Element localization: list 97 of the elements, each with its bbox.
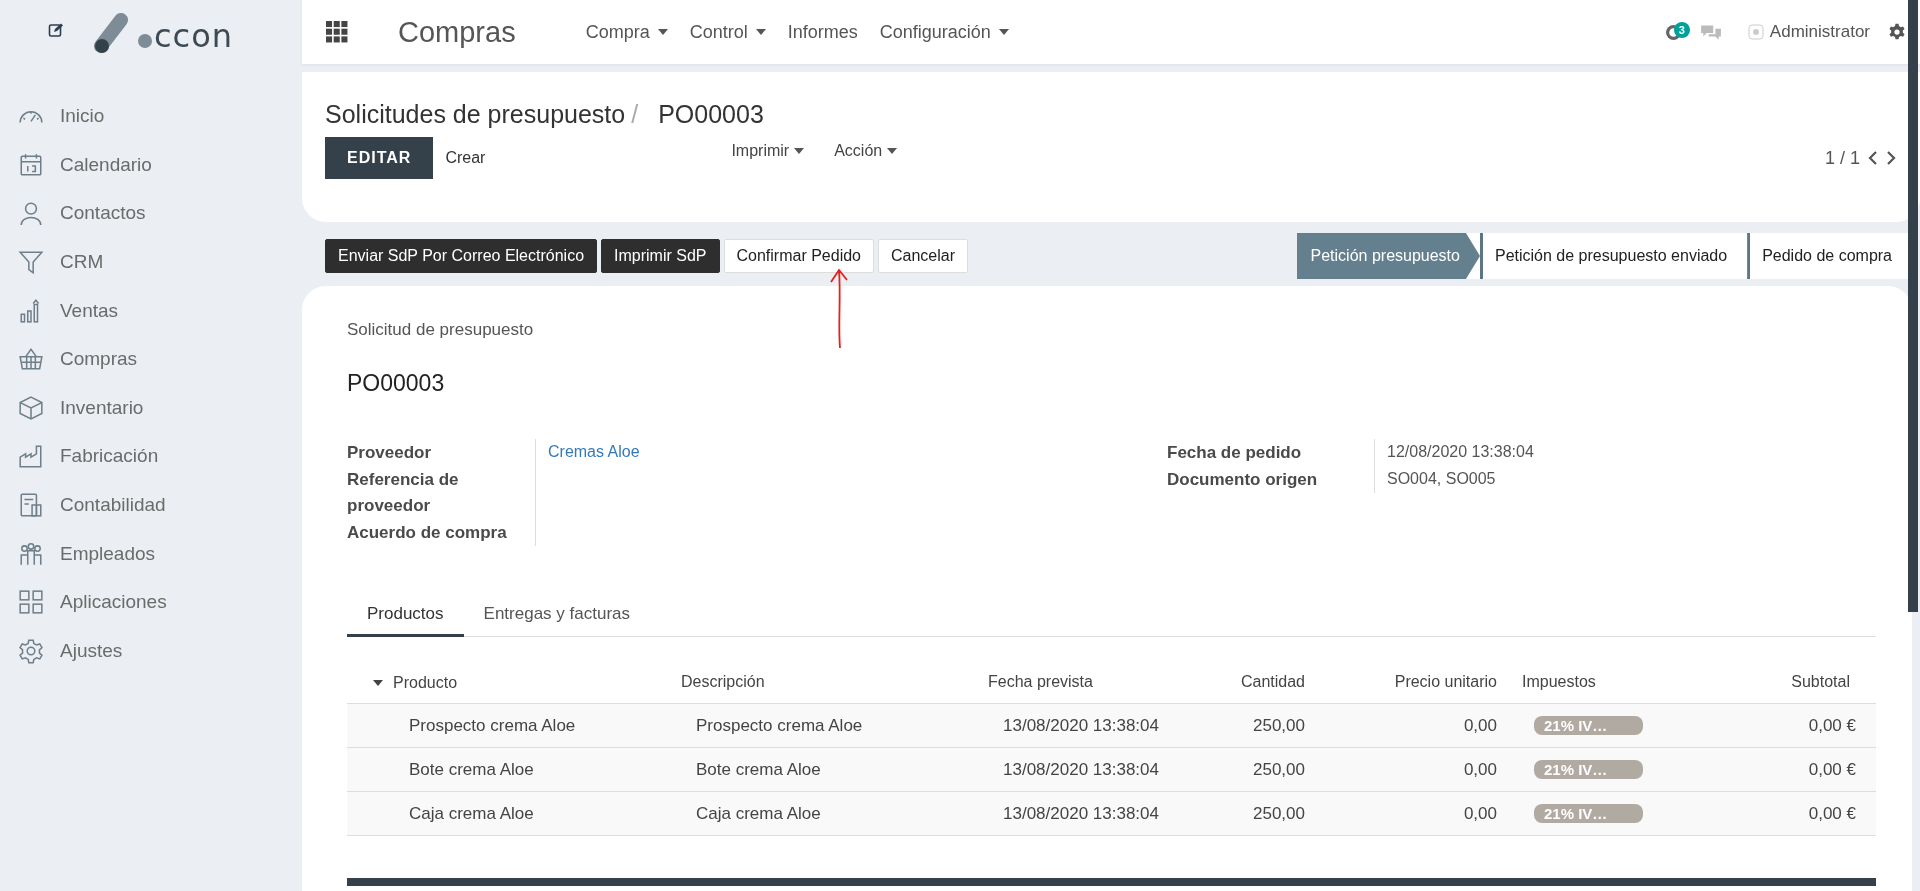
table-cell: 0,00 € (1808, 803, 1856, 823)
sidebar-item[interactable]: Fabricación (0, 432, 302, 481)
sidebar-item[interactable]: Compras (0, 334, 302, 384)
sidebar-item[interactable]: Contactos (0, 189, 302, 238)
dropdown-toggle[interactable]: Acción (834, 142, 898, 160)
grid-icon (18, 589, 44, 616)
sidebar-item[interactable]: Aplicaciones (0, 577, 302, 627)
sidebar-item[interactable]: Ventas (0, 286, 302, 335)
next-icon[interactable] (1886, 151, 1896, 165)
table-cell: 0,00 (1463, 715, 1497, 735)
table-cell: 250,00 (1253, 759, 1305, 779)
caret-icon (657, 29, 668, 35)
table-cell: 13/08/2020 13:38:04 (1003, 759, 1159, 779)
caret-icon (373, 680, 383, 686)
edit-icon[interactable] (48, 22, 64, 38)
sidebar-item[interactable]: Calendario (0, 140, 302, 190)
people-icon (18, 540, 44, 567)
column-header[interactable]: Impuestos (1522, 673, 1596, 691)
field-value: 12/08/2020 13:38:04 (1387, 443, 1534, 460)
factory-icon (18, 443, 44, 470)
field-link[interactable]: Cremas Aloe (548, 443, 640, 460)
user-menu[interactable]: Administrator (1747, 22, 1870, 42)
company-logo: ccon (94, 12, 234, 54)
column-header[interactable]: Fecha prevista (988, 673, 1093, 691)
user-name: Administrator (1769, 22, 1870, 42)
breadcrumb-link[interactable]: Solicitudes de presupuesto (325, 100, 626, 129)
caret-icon (887, 148, 898, 154)
menu-item[interactable]: Informes (787, 21, 858, 43)
sidebar-item[interactable]: Contabilidad (0, 480, 302, 530)
menu-item[interactable]: Configuración (879, 21, 1009, 43)
field-value: SO004, SO005 (1387, 470, 1496, 487)
avatar-icon (1747, 24, 1764, 40)
column-header[interactable]: Precio unitario (1394, 673, 1497, 691)
field-label: Documento origen (1167, 469, 1319, 491)
caret-icon (794, 148, 805, 154)
column-header[interactable]: Cantidad (1240, 673, 1305, 691)
menu-item[interactable]: Control (689, 21, 766, 43)
field-label: Fecha de pedido (1167, 442, 1303, 464)
table-cell: 0,00 (1463, 759, 1497, 779)
table-cell: Caja crema Aloe (409, 803, 534, 823)
pager-value: 1 / 1 (1824, 147, 1860, 169)
previous-icon[interactable] (1868, 151, 1878, 165)
table-cell: 0,00 € (1808, 759, 1856, 779)
calendar-icon (18, 151, 44, 178)
tab[interactable]: Entregas y facturas (463, 594, 650, 637)
invoice-icon (18, 492, 44, 519)
column-header[interactable]: Producto (373, 674, 458, 692)
field-label: Acuerdo de compra (347, 522, 508, 544)
action-button[interactable]: Enviar SdP Por Correo Electrónico (325, 239, 598, 273)
table-cell: Prospecto crema Aloe (409, 715, 576, 735)
sidebar-item[interactable]: Inventario (0, 383, 302, 433)
document-name: PO00003 (347, 370, 446, 397)
apps-menu-icon[interactable] (326, 21, 348, 43)
person-icon (18, 200, 44, 227)
table-cell: Bote crema Aloe (696, 759, 821, 779)
sidebar-item[interactable]: Ajustes (0, 626, 302, 676)
table-cell: Caja crema Aloe (696, 803, 821, 823)
app-title: Compras (398, 15, 516, 49)
notification-badge: 3 (1673, 21, 1690, 38)
tax-tag: 21% IV… (1534, 803, 1644, 823)
status-step[interactable]: Petición presupuesto (1296, 233, 1480, 279)
action-button[interactable]: Confirmar Pedido (723, 239, 874, 273)
create-button[interactable]: Crear (439, 148, 492, 168)
action-button[interactable]: Imprimir SdP (601, 239, 720, 273)
sidebar-item[interactable]: CRM (0, 237, 302, 287)
breadcrumb-current: PO00003 (658, 100, 764, 129)
breadcrumb-separator: / (631, 100, 639, 129)
scrollbar[interactable] (1908, 0, 1918, 612)
dropdown-toggle[interactable]: Imprimir (731, 142, 805, 160)
tax-tag: 21% IV… (1534, 715, 1644, 735)
table-cell: 0,00 (1463, 803, 1497, 823)
sidebar-item[interactable]: Empleados (0, 529, 302, 578)
action-button[interactable]: Cancelar (878, 239, 969, 273)
caret-icon (998, 29, 1009, 35)
table-cell: 250,00 (1253, 715, 1305, 735)
basket-icon (18, 346, 44, 373)
tab[interactable]: Productos (347, 594, 464, 637)
gear-icon (18, 637, 44, 664)
table-cell: Bote crema Aloe (409, 759, 534, 779)
table-cell: 13/08/2020 13:38:04 (1003, 715, 1159, 735)
field-label: Referencia de proveedor (347, 469, 460, 517)
field-label: Proveedor (347, 442, 433, 464)
edit-button[interactable]: EDITAR (325, 137, 434, 179)
box-icon (18, 394, 44, 421)
menu-item[interactable]: Compra (585, 21, 668, 43)
tax-tag: 21% IV… (1534, 759, 1644, 779)
caret-icon (755, 29, 766, 35)
table-cell: Prospecto crema Aloe (696, 715, 863, 735)
sidebar-item[interactable]: Inicio (0, 92, 302, 141)
settings-icon[interactable] (1888, 23, 1906, 41)
column-header[interactable]: Subtotal (1791, 673, 1850, 691)
table-cell: 250,00 (1253, 803, 1305, 823)
form-subtitle: Solicitud de presupuesto (347, 320, 535, 340)
table-cell: 0,00 € (1808, 715, 1856, 735)
table-cell: 13/08/2020 13:38:04 (1003, 803, 1159, 823)
column-header[interactable]: Descripción (681, 673, 765, 691)
funnel-icon (18, 249, 44, 276)
